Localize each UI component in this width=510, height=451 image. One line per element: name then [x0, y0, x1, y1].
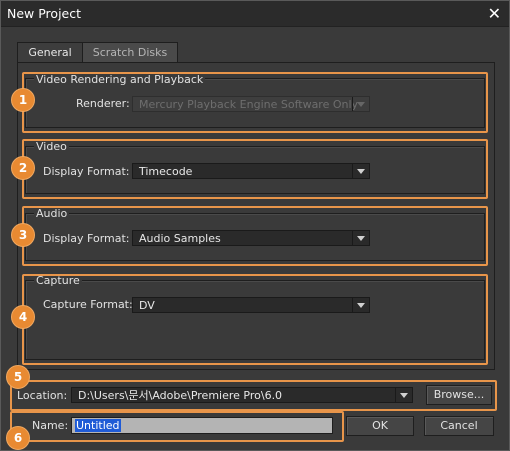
new-project-dialog: New Project ✕ General Scratch Disks Vide…	[0, 0, 510, 451]
capture-title: Capture	[34, 274, 82, 287]
renderer-label: Renderer:	[76, 97, 130, 110]
name-label: Name:	[32, 419, 69, 432]
callout-badge-5: 5	[6, 365, 30, 389]
capture-format-label: Capture Format:	[43, 298, 133, 311]
video-display-format-select[interactable]: Timecode	[132, 163, 370, 179]
callout-badge-4: 4	[11, 305, 35, 329]
video-rendering-title: Video Rendering and Playback	[34, 73, 206, 86]
tab-general[interactable]: General	[17, 42, 83, 63]
location-label: Location:	[17, 389, 68, 402]
video-display-format-label: Display Format:	[43, 165, 130, 178]
name-value: Untitled	[75, 419, 121, 432]
audio-title: Audio	[34, 207, 70, 220]
title-bar: New Project ✕	[1, 1, 509, 27]
name-input[interactable]: Untitled	[71, 417, 333, 434]
browse-button[interactable]: Browse...	[426, 385, 492, 405]
tab-scratch-disks[interactable]: Scratch Disks	[82, 42, 178, 63]
location-value: D:\Users\문서\Adobe\Premiere Pro\6.0	[78, 389, 283, 402]
renderer-select: Mercury Playback Engine Software Only	[132, 96, 370, 112]
close-icon[interactable]: ✕	[488, 4, 501, 23]
dialog-title: New Project	[7, 6, 82, 21]
video-display-format-value: Timecode	[139, 165, 193, 178]
callout-badge-1: 1	[11, 88, 35, 112]
chevron-down-icon	[352, 298, 369, 312]
callout-badge-3: 3	[11, 223, 35, 247]
chevron-down-icon	[352, 97, 369, 111]
ok-button[interactable]: OK	[346, 416, 414, 436]
capture-group	[25, 280, 485, 360]
audio-display-format-value: Audio Samples	[139, 232, 221, 245]
video-title: Video	[34, 140, 69, 153]
capture-format-value: DV	[139, 299, 155, 312]
callout-badge-2: 2	[11, 156, 35, 180]
cancel-button[interactable]: Cancel	[424, 416, 494, 436]
audio-display-format-label: Display Format:	[43, 232, 130, 245]
capture-format-select[interactable]: DV	[132, 297, 370, 313]
chevron-down-icon	[352, 231, 369, 245]
location-select[interactable]: D:\Users\문서\Adobe\Premiere Pro\6.0	[71, 387, 413, 403]
chevron-down-icon	[352, 164, 369, 178]
callout-badge-6: 6	[6, 426, 30, 450]
chevron-down-icon	[395, 388, 412, 402]
audio-display-format-select[interactable]: Audio Samples	[132, 230, 370, 246]
renderer-value: Mercury Playback Engine Software Only	[139, 98, 359, 111]
